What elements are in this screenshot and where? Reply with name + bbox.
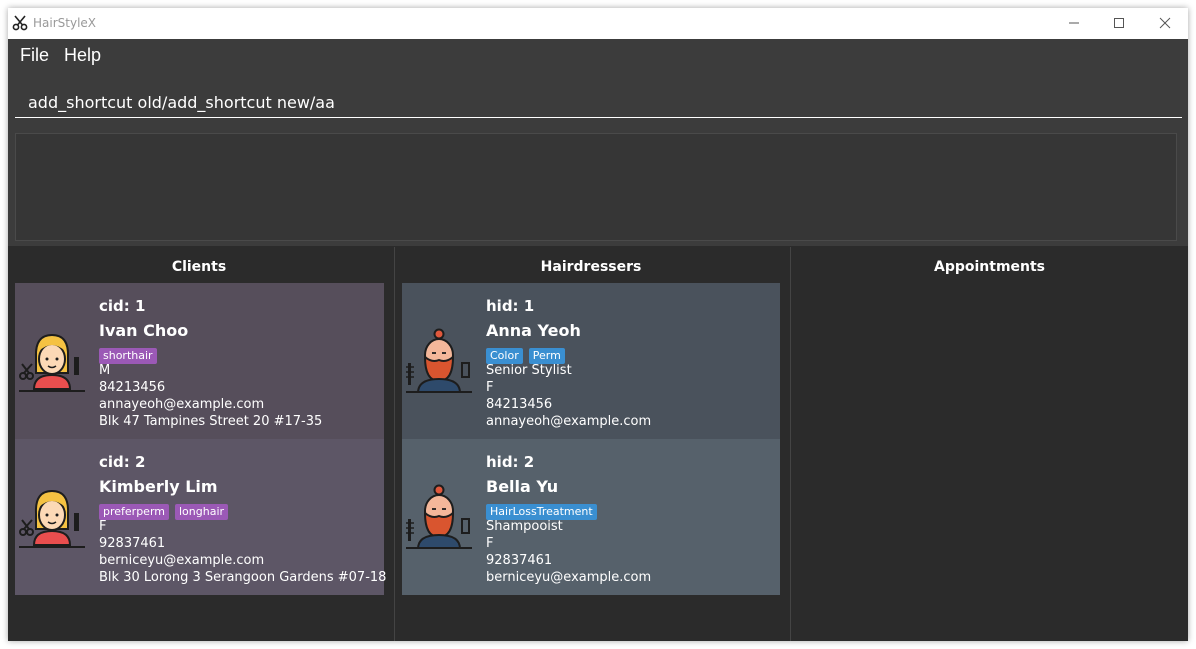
client-gender: F [99,519,107,534]
client-address: Blk 30 Lorong 3 Serangoon Gardens #07-18 [99,570,387,585]
maximize-icon [1114,18,1124,28]
client-tag: shorthair [99,348,157,364]
hairdresser-avatar-icon [406,484,472,549]
hairdresser-gender: F [486,380,494,395]
client-address: Blk 47 Tampines Street 20 #17-35 [99,414,323,429]
client-id: cid: 1 [99,297,146,315]
hairdresser-name: Bella Yu [486,477,559,496]
command-box [8,75,1188,129]
panel-divider [394,247,395,641]
client-avatar-icon [19,333,85,392]
menu-bar: File Help [8,39,1188,76]
client-card[interactable]: cid: 2 Kimberly Lim preferperm longhair F… [15,439,387,595]
client-tag: longhair [175,504,229,520]
app-window: HairStyleX File Help Clients Hairdresser… [8,8,1188,641]
client-name: Kimberly Lim [99,477,218,496]
hairdresser-avatar-icon [406,328,472,393]
hairdresser-tag: HairLossTreatment [486,504,597,520]
hairdresser-card[interactable]: hid: 2 Bella Yu HairLossTreatment Shampo… [402,439,780,595]
hairdresser-tag: Perm [528,348,565,364]
result-display-area [8,129,1188,246]
client-name: Ivan Choo [99,321,189,340]
minimize-icon [1069,22,1079,24]
minimize-button[interactable] [1051,8,1097,39]
client-phone: 92837461 [99,536,166,551]
hairdresser-tag: Color [486,348,523,364]
hairdresser-card[interactable]: hid: 1 Anna Yeoh Color Perm Senior Stylis… [402,283,780,439]
hairdresser-id: hid: 1 [486,297,535,315]
hairdressers-panel-title: Hairdressers [540,259,642,275]
client-gender: M [99,363,111,378]
title-bar: HairStyleX [8,8,1188,39]
hairdresser-title: Senior Stylist [486,363,572,378]
menu-help[interactable]: Help [64,45,101,66]
command-input[interactable] [15,87,1182,118]
window-title: HairStyleX [33,16,97,30]
client-avatar-icon [19,489,85,548]
client-email: berniceyu@example.com [99,553,265,568]
menu-file[interactable]: File [20,45,49,66]
hairdresser-title: Shampooist [486,519,563,534]
client-tags: preferperm longhair [99,500,234,520]
client-id: cid: 2 [99,453,146,471]
scissors-icon [12,15,28,31]
client-tag: preferperm [99,504,169,520]
hairdresser-name: Anna Yeoh [486,321,581,340]
hairdresser-id: hid: 2 [486,453,535,471]
maximize-button[interactable] [1096,8,1142,39]
client-card[interactable]: cid: 1 Ivan Choo shorthair M 84213456 an… [15,283,384,439]
client-tags: shorthair [99,344,163,364]
hairdresser-email: annayeoh@example.com [486,414,652,429]
appointments-list [791,283,1188,641]
hairdresser-tags: HairLossTreatment [486,500,603,520]
hairdresser-phone: 92837461 [486,553,553,568]
client-email: annayeoh@example.com [99,397,265,412]
hairdresser-tags: Color Perm [486,344,571,364]
close-button[interactable] [1142,8,1188,39]
hairdresser-gender: F [486,536,494,551]
close-icon [1159,17,1171,29]
client-phone: 84213456 [99,380,166,395]
hairdresser-phone: 84213456 [486,397,553,412]
hairdresser-email: berniceyu@example.com [486,570,652,585]
appointments-panel-title: Appointments [933,259,1046,275]
result-display [15,133,1177,241]
clients-panel-title: Clients [171,259,227,275]
